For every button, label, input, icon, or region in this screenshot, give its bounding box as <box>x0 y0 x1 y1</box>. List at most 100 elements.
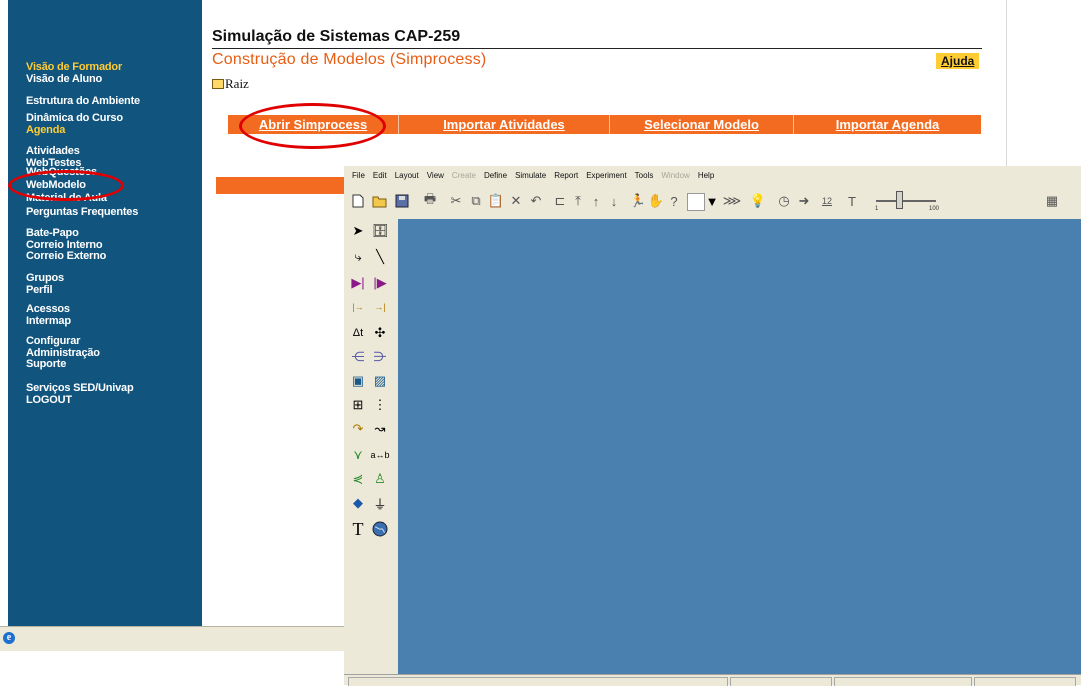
menu-view[interactable]: View <box>427 171 444 180</box>
save-icon[interactable] <box>394 193 410 209</box>
lightbulb-icon[interactable]: 💡 <box>750 193 766 209</box>
simprocess-status-bar <box>344 674 1081 686</box>
gate-icon[interactable]: |→ <box>348 297 368 317</box>
menu-experiment[interactable]: Experiment <box>586 171 626 180</box>
slider-max-label: 100 <box>929 206 940 212</box>
sidebar-item-correio-externo[interactable]: Correio Externo <box>26 250 106 263</box>
zoom-slider[interactable]: 1 100 <box>872 189 944 215</box>
sidebar-item-intermap[interactable]: Intermap <box>26 315 71 328</box>
menu-help[interactable]: Help <box>698 171 714 180</box>
decision-icon[interactable]: ◆ <box>348 493 368 513</box>
model-canvas[interactable] <box>398 219 1081 674</box>
sidebar-item-visao-aluno[interactable]: Visão de Aluno <box>26 73 122 86</box>
text-size-indicator[interactable]: 12 <box>816 193 838 209</box>
menu-define[interactable]: Define <box>484 171 507 180</box>
move-top-icon[interactable]: ⤒ <box>570 193 586 209</box>
loop-icon[interactable]: ↷ <box>348 419 368 439</box>
delete-icon[interactable]: ✕ <box>508 193 524 209</box>
highlight-ellipse-abrir-simprocess <box>239 103 386 149</box>
print-icon[interactable]: 🖶 <box>422 191 438 209</box>
menu-file[interactable]: File <box>352 171 365 180</box>
sidebar-item-acessos[interactable]: Acessos <box>26 303 71 316</box>
transform-icon[interactable]: ▨ <box>370 371 390 391</box>
sidebar-item-bate-papo[interactable]: Bate-Papo <box>26 227 106 240</box>
join-icon[interactable]: ⋞ <box>348 469 368 489</box>
run-person-icon[interactable]: 🏃 <box>630 193 646 209</box>
open-folder-icon[interactable] <box>372 193 388 209</box>
color-dropdown-icon[interactable]: ▼ <box>704 193 720 209</box>
sidebar-item-agenda[interactable]: Agenda <box>26 124 123 137</box>
replicate-icon[interactable]: a↔b <box>370 445 390 465</box>
page-title: Simulação de Sistemas CAP-259 <box>212 28 461 45</box>
move-up-icon[interactable]: ↑ <box>588 193 604 209</box>
tab-importar-agenda[interactable]: Importar Agenda <box>794 115 981 134</box>
paste-icon[interactable]: 📋 <box>488 193 504 209</box>
synchronize-icon[interactable]: ⋎ <box>348 445 368 465</box>
unbatch-icon[interactable]: ⋮ <box>370 395 390 415</box>
menu-edit[interactable]: Edit <box>373 171 387 180</box>
connector-icon[interactable]: ⤷ <box>348 247 368 267</box>
status-segment <box>730 677 832 686</box>
sidebar-item-estrutura[interactable]: Estrutura do Ambiente <box>26 95 140 108</box>
menu-simulate[interactable]: Simulate <box>515 171 546 180</box>
sidebar-item-servicos[interactable]: Serviços SED/Univap <box>26 382 134 395</box>
sidebar-item-visao-formador[interactable]: Visão de Formador <box>26 61 122 74</box>
line-icon[interactable]: ╲ <box>370 247 390 267</box>
sidebar-item-suporte[interactable]: Suporte <box>26 358 100 371</box>
move-down-icon[interactable]: ↓ <box>606 193 622 209</box>
generate-icon[interactable]: ▶| <box>348 273 368 293</box>
breadcrumb-root[interactable]: Raiz <box>212 76 249 92</box>
status-segment <box>974 677 1076 686</box>
slider-track <box>876 200 936 202</box>
resource-icon[interactable]: ♙ <box>370 469 390 489</box>
align-icon[interactable]: ⊏ <box>552 193 568 209</box>
sidebar-item-logout[interactable]: LOGOUT <box>26 394 133 407</box>
route-icon[interactable]: ↝ <box>370 419 390 439</box>
tab-selecionar-modelo[interactable]: Selecionar Modelo <box>610 115 793 134</box>
tab-importar-atividades[interactable]: Importar Atividades <box>399 115 609 134</box>
simprocess-window: File Edit Layout View Create Define Simu… <box>344 166 1081 686</box>
cut-icon[interactable]: ✂ <box>448 193 464 209</box>
help-button[interactable]: Ajuda <box>936 53 980 69</box>
sidebar-item-perguntas[interactable]: Perguntas Frequentes <box>26 206 138 219</box>
content-right-divider <box>1006 0 1007 170</box>
stop-hand-icon[interactable]: ✋ <box>648 193 664 209</box>
assemble-icon[interactable]: ⊞ <box>348 395 368 415</box>
grid-icon[interactable]: ▦ <box>1044 193 1060 209</box>
branch-icon[interactable]: ✣ <box>370 323 390 343</box>
copy-icon[interactable]: ⧉ <box>468 193 484 209</box>
flow-arrow-icon[interactable]: ➜ <box>796 193 812 209</box>
assign-icon[interactable]: ▣ <box>348 371 368 391</box>
text-tool-icon[interactable]: T <box>844 193 860 209</box>
split-icon[interactable]: ⋺ <box>370 347 390 367</box>
sidebar-item-perfil[interactable]: Perfil <box>26 284 64 297</box>
slider-thumb[interactable] <box>896 191 903 209</box>
browser-status-bar: e <box>0 626 344 651</box>
delay-icon[interactable]: Δt <box>348 323 368 343</box>
status-segment <box>834 677 972 686</box>
merge-icon[interactable]: ⋲ <box>348 347 368 367</box>
undo-icon[interactable]: ↶ <box>528 193 544 209</box>
color-swatch[interactable] <box>687 193 705 211</box>
help-pointer-icon[interactable]: ? <box>666 193 682 209</box>
new-file-icon[interactable] <box>350 193 366 209</box>
clock-icon[interactable]: ◷ <box>776 193 792 209</box>
menu-window: Window <box>661 170 690 180</box>
menu-tools[interactable]: Tools <box>635 171 654 180</box>
sidebar-item-atividades[interactable]: Atividades <box>26 145 81 158</box>
batch-icon[interactable]: →| <box>370 297 390 317</box>
menu-layout[interactable]: Layout <box>395 171 419 180</box>
dispose-icon[interactable]: |▶ <box>370 273 390 293</box>
ground-icon[interactable]: ⏚ <box>370 493 390 513</box>
globe-icon[interactable] <box>370 519 390 539</box>
select-arrow-icon[interactable]: ➤ <box>348 221 368 241</box>
text-annotation-icon[interactable]: T <box>348 519 368 539</box>
menu-report[interactable]: Report <box>554 171 578 180</box>
breadcrumb-root-label: Raiz <box>225 76 249 91</box>
sidebar-item-grupos[interactable]: Grupos <box>26 272 64 285</box>
menu-create: Create <box>451 170 476 180</box>
process-icon[interactable]: 🗄 <box>370 221 390 241</box>
sidebar-item-configurar[interactable]: Configurar <box>26 335 100 348</box>
timeline-icon[interactable]: ⋙ <box>723 193 742 209</box>
sidebar-item-dinamica[interactable]: Dinâmica do Curso <box>26 112 123 125</box>
